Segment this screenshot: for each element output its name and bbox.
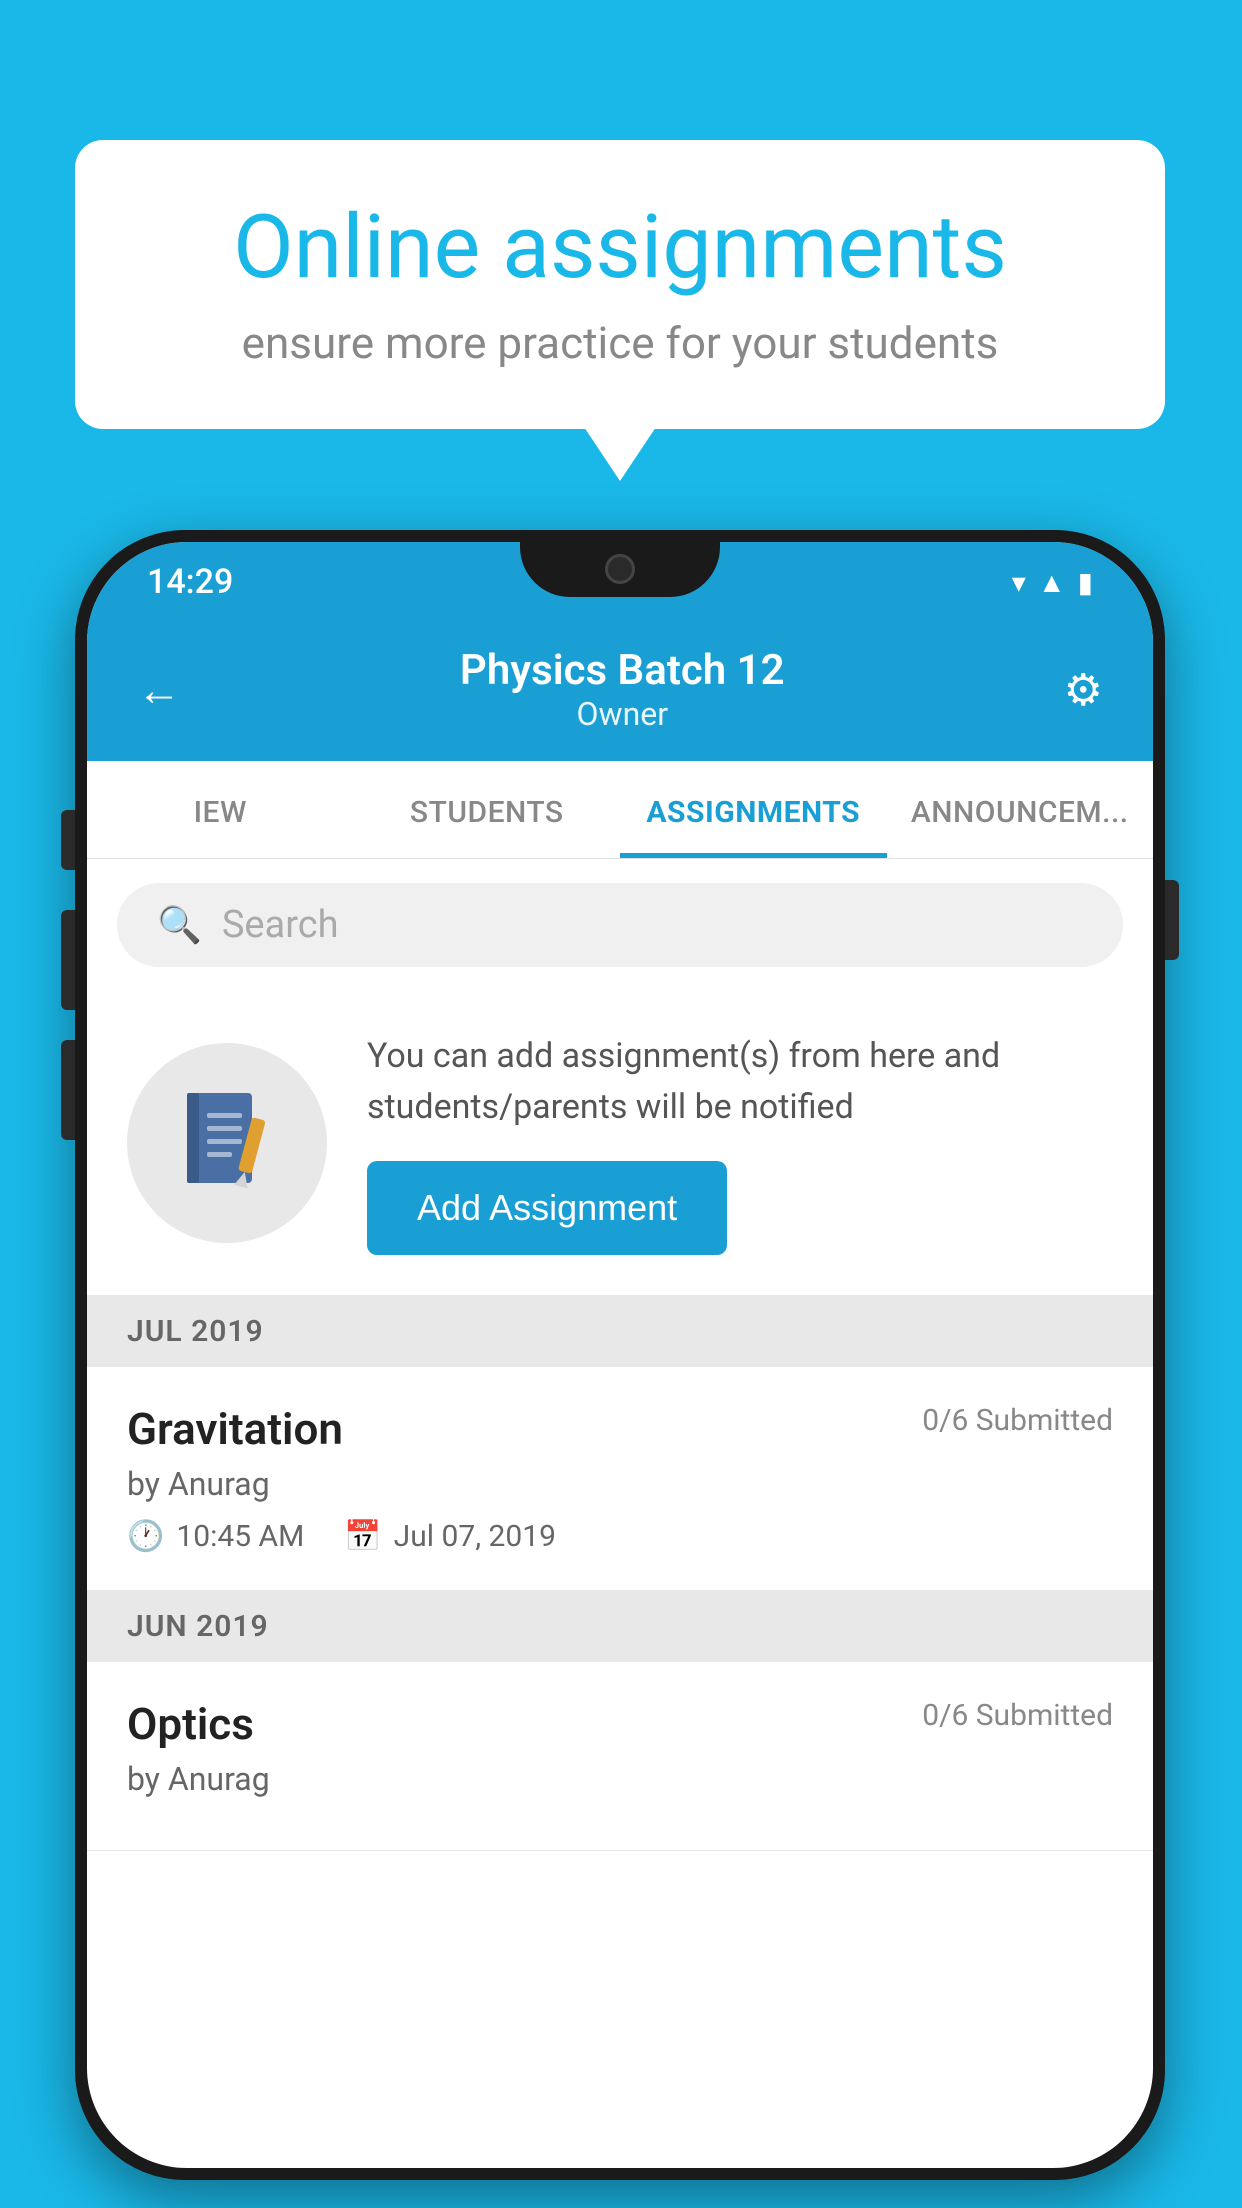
notch [520, 542, 720, 597]
phone-frame: 14:29 ▾ ▲ ▮ ← Physics Batch 12 Owner ⚙ I… [75, 530, 1165, 2180]
section-jul-2019: JUL 2019 [87, 1296, 1153, 1367]
power-button [1165, 880, 1179, 960]
volume-up-button [61, 810, 75, 870]
clock-icon: 🕐 [127, 1519, 164, 1554]
tab-students[interactable]: STUDENTS [354, 761, 621, 858]
assignment-row1: Gravitation 0/6 Submitted [127, 1403, 1113, 1455]
status-time: 14:29 [147, 562, 233, 602]
meta-date: 📅 Jul 07, 2019 [344, 1519, 556, 1554]
calendar-icon: 📅 [344, 1519, 381, 1554]
battery-icon: ▮ [1078, 566, 1093, 599]
assignment-item-optics[interactable]: Optics 0/6 Submitted by Anurag [87, 1662, 1153, 1851]
meta-time: 🕐 10:45 AM [127, 1519, 304, 1554]
assignment-icon-circle [127, 1043, 327, 1243]
header-center: Physics Batch 12 Owner [181, 646, 1064, 733]
wifi-icon: ▾ [1012, 566, 1026, 599]
signal-icon: ▲ [1038, 566, 1066, 599]
section-jun-2019: JUN 2019 [87, 1591, 1153, 1662]
search-placeholder: Search [222, 903, 339, 947]
tab-iew[interactable]: IEW [87, 761, 354, 858]
header-subtitle: Owner [181, 695, 1064, 733]
bubble-subtitle: ensure more practice for your students [155, 317, 1085, 369]
add-assignment-card: You can add assignment(s) from here and … [87, 991, 1153, 1296]
assignment-row1-optics: Optics 0/6 Submitted [127, 1698, 1113, 1750]
tab-announcements[interactable]: ANNOUNCEM... [887, 761, 1154, 858]
assignment-item-gravitation[interactable]: Gravitation 0/6 Submitted by Anurag 🕐 10… [87, 1367, 1153, 1591]
tab-assignments[interactable]: ASSIGNMENTS [620, 761, 887, 858]
app-header: ← Physics Batch 12 Owner ⚙ [87, 622, 1153, 761]
assignment-time: 10:45 AM [176, 1519, 304, 1554]
speech-bubble: Online assignments ensure more practice … [75, 140, 1165, 429]
assignment-name: Gravitation [127, 1403, 343, 1455]
notebook-icon [177, 1088, 277, 1198]
search-bar[interactable]: 🔍 Search [117, 883, 1123, 967]
search-container: 🔍 Search [87, 859, 1153, 991]
add-desc: You can add assignment(s) from here and … [367, 1031, 1113, 1133]
add-assignment-info: You can add assignment(s) from here and … [367, 1031, 1113, 1255]
settings-icon[interactable]: ⚙ [1064, 664, 1103, 716]
search-icon: 🔍 [157, 904, 202, 946]
assignment-date: Jul 07, 2019 [394, 1519, 556, 1554]
tabs-bar: IEW STUDENTS ASSIGNMENTS ANNOUNCEM... [87, 761, 1153, 859]
add-assignment-button[interactable]: Add Assignment [367, 1161, 727, 1255]
silent-button [61, 1040, 75, 1140]
volume-down-button [61, 910, 75, 1010]
status-bar: 14:29 ▾ ▲ ▮ [87, 542, 1153, 622]
front-camera [605, 554, 635, 584]
assignment-meta: 🕐 10:45 AM 📅 Jul 07, 2019 [127, 1519, 1113, 1554]
bubble-title: Online assignments [155, 200, 1085, 297]
header-title: Physics Batch 12 [181, 646, 1064, 695]
speech-bubble-container: Online assignments ensure more practice … [75, 140, 1165, 429]
optics-name: Optics [127, 1698, 254, 1750]
assignment-by: by Anurag [127, 1465, 1113, 1503]
assignment-submitted: 0/6 Submitted [922, 1403, 1113, 1438]
optics-submitted: 0/6 Submitted [922, 1698, 1113, 1733]
back-button[interactable]: ← [137, 664, 181, 716]
status-icons: ▾ ▲ ▮ [1012, 566, 1093, 599]
phone-screen: 14:29 ▾ ▲ ▮ ← Physics Batch 12 Owner ⚙ I… [87, 542, 1153, 2168]
optics-by: by Anurag [127, 1760, 1113, 1798]
content-area: 🔍 Search [87, 859, 1153, 1851]
